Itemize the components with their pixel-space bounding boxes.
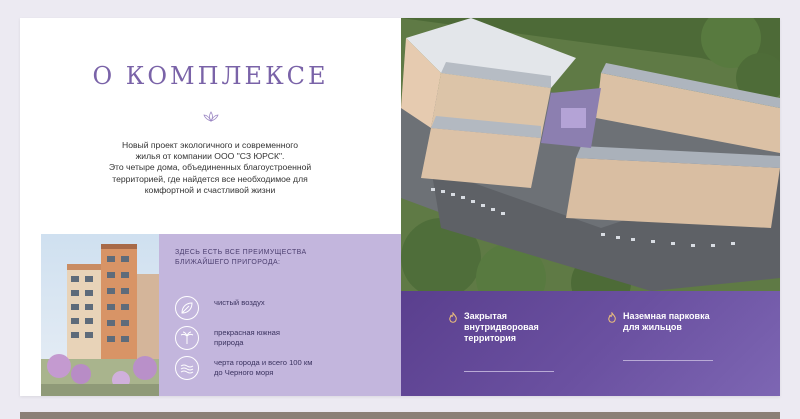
- section-title: О КОМПЛЕКСЕ: [92, 62, 329, 90]
- feature-label-line: Закрытая: [464, 311, 507, 321]
- waves-icon: [175, 356, 199, 380]
- feature-label: Наземная парковка для жильцов: [623, 311, 753, 333]
- leaf-icon: [175, 296, 199, 320]
- feature-label-line: для жильцов: [623, 322, 682, 332]
- description-line: жилья от компании ООО "СЗ ЮРСК".: [135, 151, 285, 162]
- advantage-line: чистый воздух: [214, 298, 265, 307]
- palm-icon: [175, 326, 199, 350]
- advantage-item: черта города и всего 100 км до Черного м…: [175, 356, 395, 382]
- about-right-column: Закрытая внутридворовая территория Назем…: [401, 18, 780, 396]
- advantage-text: чистый воздух: [214, 298, 364, 308]
- flame-icon: [608, 312, 616, 323]
- section-description: Новый проект экологичного и современного…: [90, 140, 330, 196]
- about-left-column: О КОМПЛЕКСЕ Новый проект экологичного и …: [20, 18, 401, 396]
- advantage-line: до Черного моря: [214, 367, 274, 377]
- building-render-image: [41, 234, 159, 396]
- flame-icon: [449, 312, 457, 323]
- feature-label-line: территория: [464, 333, 517, 343]
- lotus-icon: [203, 111, 219, 122]
- description-line: комфортной и счастливой жизни: [144, 184, 276, 195]
- about-section-card: О КОМПЛЕКСЕ Новый проект экологичного и …: [20, 18, 780, 396]
- feature-underline: [623, 360, 713, 361]
- advantage-line: черта города и всего 100 км: [214, 358, 313, 367]
- description-line: Новый проект экологичного и современного: [121, 140, 299, 150]
- feature-underline: [464, 371, 554, 372]
- feature-label-line: Наземная парковка: [623, 311, 710, 321]
- advantage-text: прекрасная южная природа: [214, 328, 364, 347]
- advantage-text: черта города и всего 100 км до Черного м…: [214, 358, 364, 377]
- feature-label: Закрытая внутридворовая территория: [464, 311, 594, 344]
- description-line: Это четыре дома, объединенных благоустро…: [108, 162, 312, 173]
- advantages-heading: ЗДЕСЬ ЕСТЬ ВСЕ ПРЕИМУЩЕСТВА БЛИЖАЙШЕГО П…: [175, 248, 385, 268]
- feature-label-line: внутридворовая: [464, 322, 539, 332]
- advantage-line: природа: [214, 337, 244, 347]
- advantages-panel: ЗДЕСЬ ЕСТЬ ВСЕ ПРЕИМУЩЕСТВА БЛИЖАЙШЕГО П…: [159, 234, 401, 396]
- features-panel: Закрытая внутридворовая территория Назем…: [401, 291, 780, 396]
- advantage-line: прекрасная южная: [214, 328, 280, 337]
- aerial-render-image: [401, 18, 780, 291]
- next-section-peek: [20, 412, 780, 419]
- advantages-heading-line: ЗДЕСЬ ЕСТЬ ВСЕ ПРЕИМУЩЕСТВА: [175, 249, 307, 256]
- advantages-heading-line: БЛИЖАЙШЕГО ПРИГОРОДА:: [175, 259, 281, 266]
- advantage-item: чистый воздух: [175, 296, 395, 322]
- advantage-item: прекрасная южная природа: [175, 326, 395, 352]
- description-line: территорией, где найдется все необходимо…: [112, 173, 308, 184]
